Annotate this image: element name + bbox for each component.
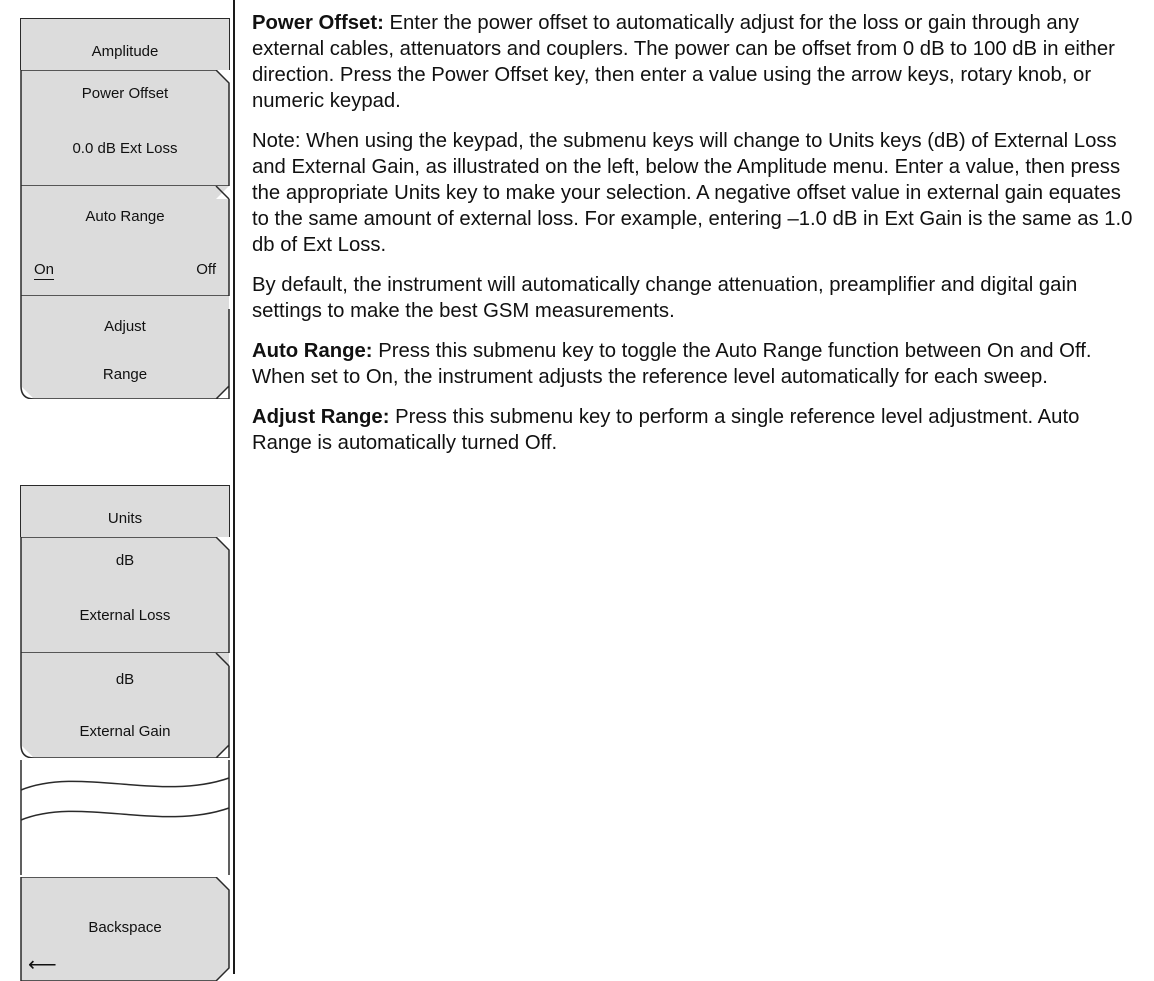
auto-range-term: Auto Range: xyxy=(252,340,373,362)
adjust-range-line1: Adjust xyxy=(104,318,146,335)
adjust-range-key[interactable]: Adjust Range xyxy=(20,296,230,399)
column-divider xyxy=(233,0,235,974)
power-offset-value: 0.0 dB Ext Loss xyxy=(72,140,178,157)
auto-range-on: On xyxy=(34,261,55,278)
key-frame xyxy=(20,653,230,758)
units-menu-title: Units xyxy=(20,485,230,537)
power-offset-term: Power Offset: xyxy=(252,12,384,34)
left-arrow-icon: ⟵ xyxy=(28,954,57,976)
default-paragraph: By default, the instrument will automati… xyxy=(252,274,1078,322)
auto-range-description: Press this submenu key to toggle the Aut… xyxy=(252,340,1092,388)
power-offset-key[interactable]: Power Offset 0.0 dB Ext Loss xyxy=(20,70,230,186)
auto-range-paragraph: Auto Range: Press this submenu key to to… xyxy=(252,338,1142,390)
db-external-loss-key[interactable]: dB External Loss xyxy=(20,537,230,653)
amplitude-menu-title: Amplitude xyxy=(20,18,230,70)
external-gain-unit: dB xyxy=(115,671,135,688)
external-gain-label: External Gain xyxy=(79,723,171,740)
power-offset-paragraph: Power Offset: Enter the power offset to … xyxy=(252,10,1142,114)
auto-range-label: Auto Range xyxy=(85,208,165,225)
auto-range-toggle: On Off xyxy=(34,261,216,278)
key-frame xyxy=(20,186,230,296)
key-frame xyxy=(20,296,230,399)
backspace-key[interactable]: Backspace ⟵ xyxy=(20,877,230,981)
power-offset-label: Power Offset xyxy=(81,85,169,102)
adjust-range-line2: Range xyxy=(102,366,148,383)
backspace-label: Backspace xyxy=(88,919,162,936)
external-loss-label: External Loss xyxy=(79,607,171,624)
description-column: Power Offset: Enter the power offset to … xyxy=(252,10,1142,470)
adjust-range-term: Adjust Range: xyxy=(252,406,390,428)
external-loss-unit: dB xyxy=(115,552,135,569)
auto-range-key[interactable]: Auto Range On Off xyxy=(20,186,230,296)
menu-break-indicator xyxy=(20,760,230,875)
auto-range-off: Off xyxy=(196,261,216,278)
adjust-range-paragraph: Adjust Range: Press this submenu key to … xyxy=(252,404,1142,456)
note-paragraph: Note: When using the keypad, the submenu… xyxy=(252,130,1133,256)
db-external-gain-key[interactable]: dB External Gain xyxy=(20,653,230,758)
